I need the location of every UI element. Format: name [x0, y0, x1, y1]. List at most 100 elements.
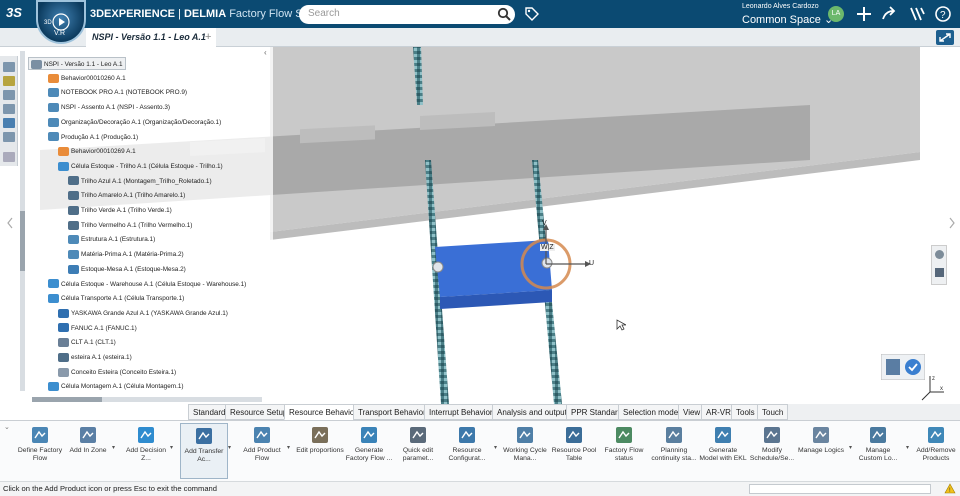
tab-interrupt-behavior[interactable]: Interrupt Behavior [424, 404, 498, 420]
generate-model-with-ekl-button[interactable]: Generate Model with EKL [699, 423, 747, 479]
tree-node[interactable]: Trilho Azul A.1 (Montagem_Trilho_Roletad… [66, 175, 214, 188]
ekl-icon [715, 427, 731, 443]
tree-node[interactable]: Matéria-Prima A.1 (Matéria-Prima.2) [66, 248, 186, 261]
tab-transport-behavior[interactable]: Transport Behavior [353, 404, 431, 420]
dropdown-arrow-icon[interactable]: ▾ [494, 444, 497, 451]
specification-tree[interactable]: ‹ NSPI - Versão 1.1 - Leo A.1 Behavior000… [18, 47, 273, 404]
tree-node[interactable]: Trilho Vermelho A.1 (Trilho Vermelho.1) [66, 219, 194, 232]
filter-icon[interactable] [3, 76, 15, 86]
chevron-right-icon[interactable] [948, 217, 956, 229]
avatar[interactable]: LA [828, 6, 844, 22]
dropdown-arrow-icon[interactable]: ▾ [170, 444, 173, 451]
search-input[interactable]: Search [299, 5, 515, 24]
working-cycle-mana-button[interactable]: Working Cycle Mana... [501, 423, 549, 479]
modify-schedule-se-button[interactable]: Modify Schedule/Se... [748, 423, 796, 479]
manage-custom-lo-button[interactable]: Manage Custom Lo... [854, 423, 902, 479]
command-input[interactable] [749, 484, 931, 494]
tree-node[interactable]: NSPI - Assento A.1 (NSPI - Assento.3) [46, 101, 172, 114]
search-icon[interactable] [497, 7, 511, 21]
chevron-down-icon[interactable]: ⌄ [4, 423, 10, 431]
tab-analysis-and-output[interactable]: Analysis and output [492, 404, 572, 420]
collapse-icon[interactable]: ‹ [264, 48, 267, 57]
tab-touch[interactable]: Touch [757, 404, 789, 420]
list-icon[interactable] [3, 152, 15, 162]
worker-icon [58, 338, 69, 348]
decision-icon [138, 427, 154, 443]
chat-icon[interactable] [935, 250, 944, 259]
quick-edit-icon [410, 427, 426, 443]
apps-icon[interactable] [908, 5, 926, 23]
tab-resource-behavior[interactable]: Resource Behavior [284, 404, 363, 420]
define-factory-flow-button[interactable]: Define Factory Flow [16, 423, 64, 479]
quick-edit-paramet-button[interactable]: Quick edit paramet... [394, 423, 442, 479]
chevron-left-icon[interactable] [6, 217, 14, 229]
tree-node[interactable]: Produção A.1 (Produção.1) [46, 131, 140, 144]
planning-continuity-sta-button[interactable]: Planning continuity sta... [650, 423, 698, 479]
new-tab-button[interactable]: + [205, 31, 211, 43]
help-icon[interactable]: ? [934, 5, 952, 23]
tree-node[interactable]: Organização/Decoração A.1 (Organização/D… [46, 116, 223, 129]
fullscreen-icon[interactable] [936, 30, 954, 45]
dropdown-arrow-icon[interactable]: ▾ [849, 444, 852, 451]
tab-tools[interactable]: Tools [731, 404, 760, 420]
add-in-zone-button[interactable]: Add In Zone [64, 423, 112, 479]
resource-configurat-button[interactable]: Resource Configurat... [443, 423, 491, 479]
document-tab[interactable]: NSPI - Versão 1.1 - Leo A.1 [86, 28, 216, 47]
factory-flow-status-button[interactable]: Factory Flow status [600, 423, 648, 479]
tree-node[interactable]: NSPI - Versão 1.1 - Leo A.1 [28, 57, 126, 70]
plus-icon[interactable] [855, 5, 873, 23]
layers-icon[interactable] [3, 104, 15, 114]
manage-logics-button[interactable]: Manage Logics [797, 423, 845, 479]
tree-node[interactable]: Behavior00010260 A.1 [46, 72, 128, 85]
dropdown-arrow-icon[interactable]: ▾ [287, 444, 290, 451]
add-decision-z-button[interactable]: Add Decision Z... [122, 423, 170, 479]
image-icon[interactable] [935, 268, 944, 277]
tab-selection-mode[interactable]: Selection mode [618, 404, 684, 420]
tree-node[interactable]: Conceito Esteira (Conceito Esteira.1) [56, 366, 178, 379]
tree-toggle-icon[interactable] [3, 62, 15, 72]
tree-hscrollbar[interactable] [32, 397, 262, 402]
tree-node-label: YASKAWA Grande Azul A.1 (YASKAWA Grande … [71, 309, 228, 317]
add-product-flow-button[interactable]: Add Product Flow [238, 423, 286, 479]
tab-resource-setup[interactable]: Resource Setup [225, 404, 293, 420]
robot-status-widget[interactable] [881, 354, 925, 380]
tree-scrollbar[interactable] [20, 51, 25, 391]
dropdown-arrow-icon[interactable]: ▾ [906, 444, 909, 451]
tree-node[interactable]: esteira A.1 (esteira.1) [56, 351, 134, 364]
dropdown-arrow-icon[interactable]: ▾ [228, 444, 231, 451]
generate-factory-flow-button[interactable]: Generate Factory Flow ... [345, 423, 393, 479]
tree-node[interactable]: FANUC A.1 (FANUC.1) [56, 322, 139, 335]
edit-proportions-button[interactable]: Edit proportions [296, 423, 344, 479]
tree-node[interactable]: CLT A.1 (CLT.1) [56, 336, 118, 349]
add-transfer-ac-button[interactable]: Add Transfer Ac... [180, 423, 228, 479]
tree-node[interactable]: Célula Transporte A.1 (Célula Transporte… [46, 292, 186, 305]
tree-node[interactable]: YASKAWA Grande Azul A.1 (YASKAWA Grande … [56, 307, 230, 320]
zoom-icon[interactable] [3, 90, 15, 100]
tree-node[interactable]: Estrutura A.1 (Estrutura.1) [66, 233, 157, 246]
dropdown-arrow-icon[interactable]: ▾ [112, 444, 115, 451]
product-icon [48, 102, 59, 112]
tree-node[interactable]: Estoque-Mesa A.1 (Estoque-Mesa.2) [66, 263, 188, 276]
brand-name: 3DEXPERIENCE [90, 8, 175, 20]
tree-node[interactable]: Behavior00010269 A.1 [56, 145, 138, 158]
tree-node[interactable]: Célula Estoque - Trilho A.1 (Célula Esto… [56, 160, 225, 173]
add-remove-products-button[interactable]: Add/Remove Products [912, 423, 960, 479]
warning-icon[interactable]: ! [944, 483, 956, 494]
settings-icon[interactable] [3, 132, 15, 142]
tree-node[interactable]: NOTEBOOK PRO A.1 (NOTEBOOK PRO.9) [46, 86, 189, 99]
tree-node[interactable]: Célula Montagem A.1 (Célula Montagem.1) [46, 380, 186, 393]
tree-node[interactable]: Trilho Amarelo A.1 (Trilho Amarelo.1) [66, 189, 187, 202]
tree-node[interactable]: Trilho Verde A.1 (Trilho Verde.1) [66, 204, 174, 217]
tree-node[interactable]: Célula Estoque - Warehouse A.1 (Célula E… [46, 278, 248, 291]
command-label: Add Product Flow [243, 447, 281, 462]
tree-node-label: Matéria-Prima A.1 (Matéria-Prima.2) [81, 251, 184, 259]
schedule-icon [764, 427, 780, 443]
share-icon[interactable] [880, 5, 898, 23]
command-label: Resource Configurat... [448, 447, 486, 462]
command-label: Quick edit paramet... [402, 447, 434, 462]
view-icon[interactable] [3, 118, 15, 128]
tag-icon[interactable] [524, 6, 540, 22]
collab-space-selector[interactable]: Common Space ⌄ [742, 13, 833, 26]
resource-pool-table-button[interactable]: Resource Pool Table [550, 423, 598, 479]
box-corner-left [432, 261, 444, 273]
